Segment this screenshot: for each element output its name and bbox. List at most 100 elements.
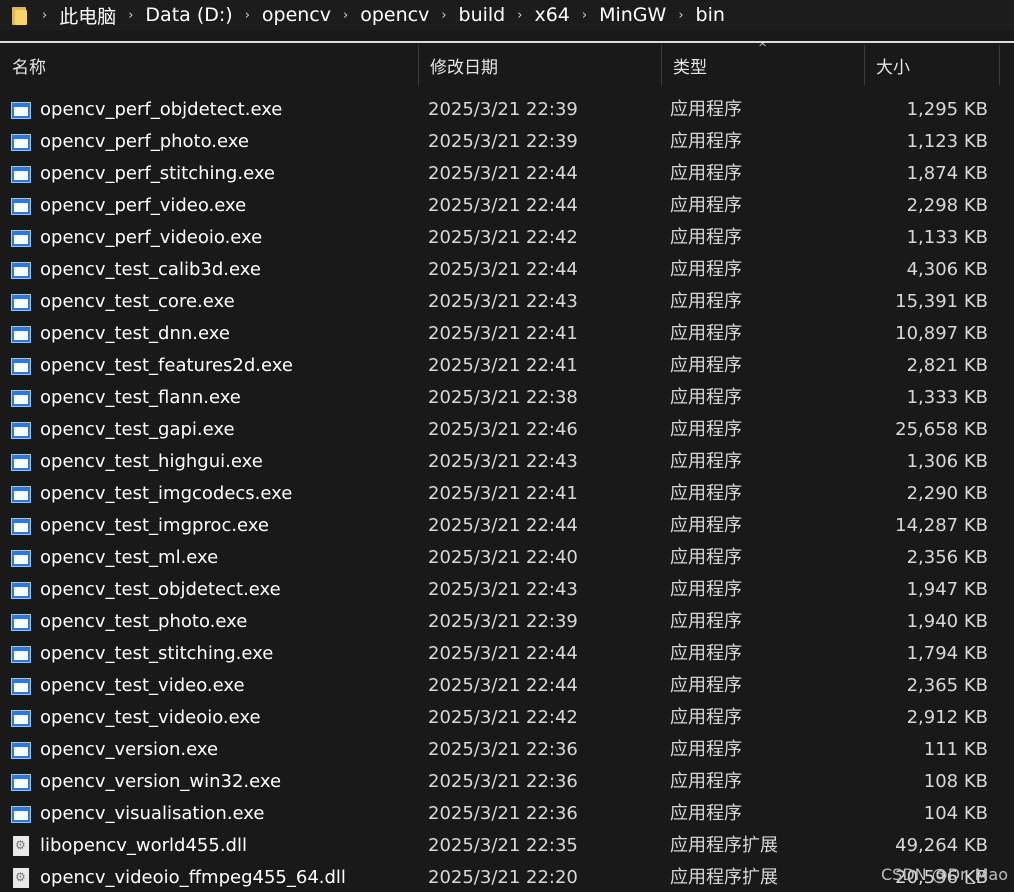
exe-icon xyxy=(11,582,31,599)
file-name: libopencv_world455.dll xyxy=(40,835,247,856)
exe-icon xyxy=(11,454,31,471)
file-date: 2025/3/21 22:39 xyxy=(428,99,578,120)
chevron-right-icon[interactable]: › xyxy=(128,8,133,23)
file-name: opencv_test_stitching.exe xyxy=(40,643,274,664)
exe-icon xyxy=(11,294,31,311)
file-date: 2025/3/21 22:40 xyxy=(428,547,578,568)
column-header-date-label: 修改日期 xyxy=(430,57,498,78)
chevron-right-icon[interactable]: › xyxy=(441,8,446,23)
file-date: 2025/3/21 22:43 xyxy=(428,291,578,312)
exe-icon xyxy=(11,326,31,343)
column-header-name-label: 名称 xyxy=(12,57,46,78)
file-row[interactable]: opencv_test_dnn.exe 2025/3/21 22:41 应用程序 10… xyxy=(0,318,1014,350)
file-size: 49,264 KB xyxy=(895,835,988,856)
breadcrumb-item[interactable]: x64 xyxy=(534,4,569,26)
file-row[interactable]: opencv_test_imgproc.exe 2025/3/21 22:44 应用… xyxy=(0,510,1014,542)
watermark: CSDN @Dr_Mao xyxy=(881,865,1008,884)
file-type: 应用程序 xyxy=(670,387,742,408)
breadcrumb-item[interactable]: MinGW xyxy=(599,4,666,26)
file-row[interactable]: opencv_perf_video.exe 2025/3/21 22:44 应用程序… xyxy=(0,190,1014,222)
file-row[interactable]: opencv_test_core.exe 2025/3/21 22:43 应用程序 1… xyxy=(0,286,1014,318)
file-row[interactable]: opencv_test_objdetect.exe 2025/3/21 22:43… xyxy=(0,574,1014,606)
breadcrumb-item[interactable]: Data (D:) xyxy=(145,4,232,26)
file-size: 15,391 KB xyxy=(895,291,988,312)
file-name: opencv_perf_photo.exe xyxy=(40,131,249,152)
file-date: 2025/3/21 22:38 xyxy=(428,387,578,408)
file-type: 应用程序 xyxy=(670,131,742,152)
chevron-right-icon[interactable]: › xyxy=(42,8,47,23)
exe-icon xyxy=(11,390,31,407)
file-type: 应用程序 xyxy=(670,675,742,696)
exe-icon xyxy=(11,486,31,503)
file-type: 应用程序 xyxy=(670,355,742,376)
breadcrumb-item[interactable]: opencv xyxy=(360,4,429,26)
file-row[interactable]: opencv_test_video.exe 2025/3/21 22:44 应用程序… xyxy=(0,670,1014,702)
file-name: opencv_version.exe xyxy=(40,739,219,760)
exe-icon xyxy=(11,102,31,119)
file-size: 14,287 KB xyxy=(895,515,988,536)
file-size: 1,333 KB xyxy=(906,387,988,408)
chevron-right-icon[interactable]: › xyxy=(517,8,522,23)
chevron-right-icon[interactable]: › xyxy=(678,8,683,23)
file-type: 应用程序 xyxy=(670,195,742,216)
exe-icon xyxy=(11,710,31,727)
file-row[interactable]: opencv_test_flann.exe 2025/3/21 22:38 应用程序… xyxy=(0,382,1014,414)
file-name: opencv_test_videoio.exe xyxy=(40,707,261,728)
breadcrumb-item[interactable]: opencv xyxy=(262,4,331,26)
file-row[interactable]: opencv_videoio_ffmpeg455_64.dll 2025/3/21… xyxy=(0,862,1014,892)
column-header-size-label: 大小 xyxy=(876,57,910,78)
file-name: opencv_test_imgproc.exe xyxy=(40,515,269,536)
breadcrumb: › 此电脑 › Data (D:) › opencv › opencv › build › x64 › M… xyxy=(42,2,737,29)
file-row[interactable]: opencv_version.exe 2025/3/21 22:36 应用程序 111… xyxy=(0,734,1014,766)
file-row[interactable]: opencv_version_win32.exe 2025/3/21 22:36 应… xyxy=(0,766,1014,798)
file-type: 应用程序扩展 xyxy=(670,867,778,888)
file-date: 2025/3/21 22:42 xyxy=(428,227,578,248)
file-row[interactable]: opencv_test_gapi.exe 2025/3/21 22:46 应用程序 2… xyxy=(0,414,1014,446)
file-row[interactable]: opencv_visualisation.exe 2025/3/21 22:36 应… xyxy=(0,798,1014,830)
file-row[interactable]: opencv_perf_stitching.exe 2025/3/21 22:44… xyxy=(0,158,1014,190)
file-size: 2,290 KB xyxy=(906,483,988,504)
file-row[interactable]: opencv_test_videoio.exe 2025/3/21 22:42 应用… xyxy=(0,702,1014,734)
exe-icon xyxy=(11,774,31,791)
column-header-name[interactable]: 名称 xyxy=(0,45,418,85)
breadcrumb-item[interactable]: build xyxy=(459,4,506,26)
exe-icon xyxy=(11,646,31,663)
file-row[interactable]: opencv_test_calib3d.exe 2025/3/21 22:44 应用… xyxy=(0,254,1014,286)
breadcrumb-item[interactable]: bin xyxy=(696,4,725,26)
breadcrumb-item[interactable]: 此电脑 xyxy=(59,2,116,29)
file-row[interactable]: opencv_test_highgui.exe 2025/3/21 22:43 应用… xyxy=(0,446,1014,478)
column-header-size[interactable]: 大小 xyxy=(864,45,999,85)
file-size: 1,306 KB xyxy=(906,451,988,472)
file-size: 1,133 KB xyxy=(906,227,988,248)
file-size: 1,940 KB xyxy=(906,611,988,632)
exe-icon xyxy=(11,678,31,695)
file-name: opencv_test_core.exe xyxy=(40,291,235,312)
file-row[interactable]: opencv_test_stitching.exe 2025/3/21 22:44… xyxy=(0,638,1014,670)
chevron-right-icon[interactable]: › xyxy=(245,8,250,23)
file-row[interactable]: opencv_test_photo.exe 2025/3/21 22:39 应用程序… xyxy=(0,606,1014,638)
file-row[interactable]: libopencv_world455.dll 2025/3/21 22:35 应用程… xyxy=(0,830,1014,862)
file-type: 应用程序 xyxy=(670,419,742,440)
file-date: 2025/3/21 22:43 xyxy=(428,451,578,472)
exe-icon xyxy=(11,614,31,631)
file-size: 1,794 KB xyxy=(906,643,988,664)
file-row[interactable]: opencv_perf_videoio.exe 2025/3/21 22:42 应用… xyxy=(0,222,1014,254)
file-row[interactable]: opencv_test_ml.exe 2025/3/21 22:40 应用程序 2,3… xyxy=(0,542,1014,574)
address-bar[interactable]: › 此电脑 › Data (D:) › opencv › opencv › build › x64 › M… xyxy=(0,0,1014,30)
chevron-right-icon[interactable]: › xyxy=(343,8,348,23)
column-separator[interactable] xyxy=(999,45,1000,85)
chevron-right-icon[interactable]: › xyxy=(582,8,587,23)
file-date: 2025/3/21 22:36 xyxy=(428,739,578,760)
file-name: opencv_perf_stitching.exe xyxy=(40,163,275,184)
file-size: 2,298 KB xyxy=(906,195,988,216)
file-name: opencv_test_features2d.exe xyxy=(40,355,293,376)
file-row[interactable]: opencv_test_imgcodecs.exe 2025/3/21 22:41… xyxy=(0,478,1014,510)
file-row[interactable]: opencv_perf_objdetect.exe 2025/3/21 22:39… xyxy=(0,94,1014,126)
file-row[interactable]: opencv_perf_photo.exe 2025/3/21 22:39 应用程序… xyxy=(0,126,1014,158)
file-list: opencv_perf_objdetect.exe 2025/3/21 22:39… xyxy=(0,86,1014,892)
file-name: opencv_test_highgui.exe xyxy=(40,451,263,472)
file-type: 应用程序 xyxy=(670,163,742,184)
column-header-date[interactable]: 修改日期 xyxy=(418,45,661,85)
file-row[interactable]: opencv_test_features2d.exe 2025/3/21 22:4… xyxy=(0,350,1014,382)
exe-icon xyxy=(11,230,31,247)
